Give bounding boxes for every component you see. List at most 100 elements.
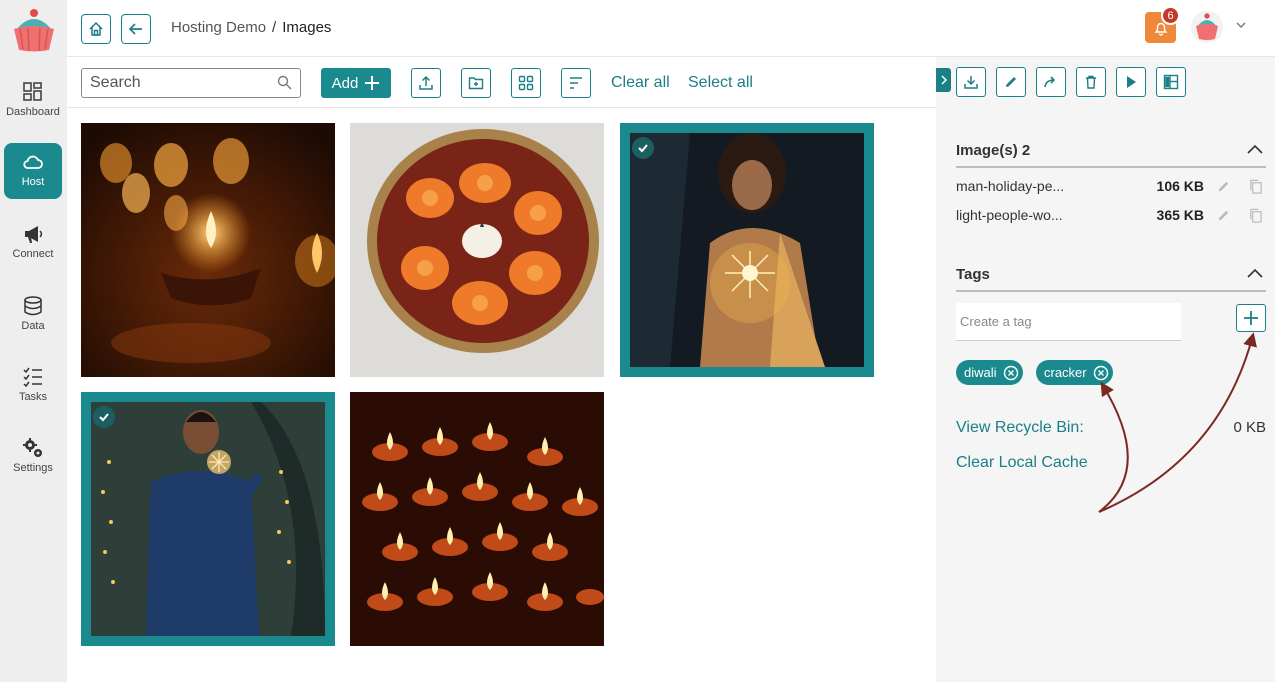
remove-tag-icon[interactable] [1003,365,1019,381]
image-tile-selected[interactable] [81,392,335,646]
plus-icon [365,76,380,90]
sidebar-item-settings[interactable]: Settings [4,429,62,485]
pencil-icon[interactable] [1216,179,1231,194]
tag-label: diwali [964,365,997,380]
sidebar-item-label: Data [21,320,45,332]
file-name: man-holiday-pe... [956,178,1065,194]
play-button[interactable] [1116,67,1146,97]
breadcrumb-current: Images [282,19,332,36]
breadcrumb-separator: / [272,19,277,36]
chevron-down-icon[interactable] [1235,19,1247,31]
play-icon [1127,76,1136,88]
add-tag-button[interactable] [1236,304,1266,332]
database-icon [24,296,42,316]
collapse-panel-button[interactable] [936,68,951,92]
recycle-bin-size: 0 KB [1233,419,1266,436]
share-button[interactable] [1036,67,1066,97]
divider [956,290,1266,292]
home-button[interactable] [81,14,111,44]
grid-icon [518,75,534,91]
image-tile[interactable] [81,123,335,377]
sidebar-item-label: Connect [12,248,54,260]
file-size: 106 KB [1156,178,1204,194]
trash-icon [1086,75,1096,89]
file-name: light-people-wo... [956,207,1063,223]
sidebar-item-dashboard[interactable]: Dashboard [4,73,62,129]
image-tile-selected[interactable] [620,123,874,377]
megaphone-icon [25,226,43,243]
image-woman-sparklers [630,133,864,367]
file-size: 365 KB [1156,207,1204,223]
notification-badge: 6 [1161,6,1180,25]
select-all-link[interactable]: Select all [688,74,753,92]
tag-chip: cracker [1036,360,1113,385]
header: Hosting Demo / Images 6 [67,0,1275,57]
selected-check-icon[interactable] [632,137,654,159]
images-section-title: Image(s) 2 [956,142,1031,159]
back-button[interactable] [121,14,151,44]
avatar[interactable] [1190,10,1224,44]
breadcrumb: Hosting Demo / Images [171,19,331,36]
clear-all-link[interactable]: Clear all [611,74,670,92]
upload-button[interactable] [411,68,441,98]
chevron-up-icon[interactable] [1246,267,1264,279]
clear-local-cache-link[interactable]: Clear Local Cache [956,454,1088,472]
search-input[interactable] [81,68,301,98]
layout-icon [1163,74,1179,90]
new-folder-button[interactable] [461,68,491,98]
dashboard-icon [23,82,42,101]
image-many-diyas [350,392,604,646]
download-button[interactable] [956,67,986,97]
home-icon [89,21,103,36]
tag-chip: diwali [956,360,1023,385]
remove-tag-icon[interactable] [1093,365,1109,381]
image-flower-bowl [350,123,604,377]
image-oil-lamps [81,123,335,377]
checklist-icon [23,367,42,388]
tag-label: cracker [1044,365,1087,380]
sidebar: Dashboard Host Connect Data Tasks Settin… [0,0,67,682]
breadcrumb-parent[interactable]: Hosting Demo [171,19,266,36]
sidebar-item-label: Host [21,176,45,188]
folder-plus-icon [468,77,484,90]
selected-check-icon[interactable] [93,406,115,428]
toolbar: Add Clear all Select all [67,57,936,108]
tags-section-title: Tags [956,266,990,283]
delete-button[interactable] [1076,67,1106,97]
tag-input[interactable] [956,303,1181,341]
arrow-left-icon [128,23,142,35]
add-button[interactable]: Add [321,68,391,98]
sidebar-item-label: Dashboard [6,106,60,118]
image-tile[interactable] [350,392,604,646]
cupcake-logo[interactable] [10,6,58,52]
divider [956,166,1266,168]
download-icon [964,76,978,89]
sidebar-item-host[interactable]: Host [4,143,62,199]
sidebar-item-data[interactable]: Data [4,287,62,343]
chevron-right-icon [940,75,947,85]
sidebar-item-connect[interactable]: Connect [4,215,62,271]
sort-button[interactable] [561,68,591,98]
edit-button[interactable] [996,67,1026,97]
pencil-icon[interactable] [1216,208,1231,223]
pencil-icon [1006,77,1016,87]
cloud-icon [23,155,43,169]
copy-icon[interactable] [1248,179,1263,194]
copy-icon[interactable] [1248,208,1263,223]
sidebar-item-label: Settings [13,462,53,474]
share-icon [1044,76,1056,88]
layout-button[interactable] [1156,67,1186,97]
sidebar-item-label: Tasks [18,391,48,403]
view-recycle-bin-link[interactable]: View Recycle Bin: [956,419,1084,437]
sort-icon [570,77,582,89]
image-man-holiday [91,402,325,636]
gears-icon [23,438,42,457]
chevron-up-icon[interactable] [1246,143,1264,155]
add-button-label: Add [331,74,359,92]
plus-icon [1244,311,1258,325]
search-icon[interactable] [277,75,292,90]
image-grid [67,108,936,682]
sidebar-item-tasks[interactable]: Tasks [4,358,62,414]
image-tile[interactable] [350,123,604,377]
grid-view-button[interactable] [511,68,541,98]
